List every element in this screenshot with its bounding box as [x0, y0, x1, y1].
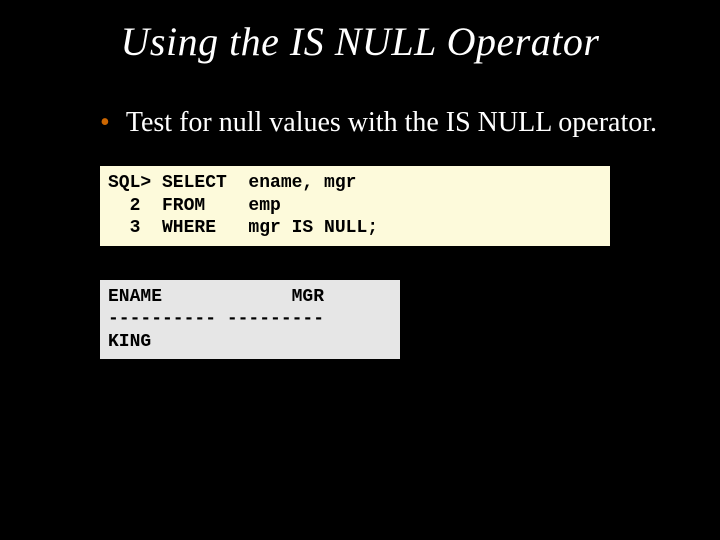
bullet-item: • Test for null values with the IS NULL … [0, 105, 720, 140]
bullet-dot-icon: • [100, 105, 110, 140]
sql-query-block: SQL> SELECT ename, mgr 2 FROM emp 3 WHER… [100, 166, 610, 246]
sql-result-block: ENAME MGR ---------- --------- KING [100, 280, 400, 360]
spacer [100, 246, 610, 280]
code-area: SQL> SELECT ename, mgr 2 FROM emp 3 WHER… [100, 166, 610, 359]
slide-title: Using the IS NULL Operator [0, 0, 720, 105]
bullet-text: Test for null values with the IS NULL op… [126, 105, 660, 140]
slide: Using the IS NULL Operator • Test for nu… [0, 0, 720, 540]
